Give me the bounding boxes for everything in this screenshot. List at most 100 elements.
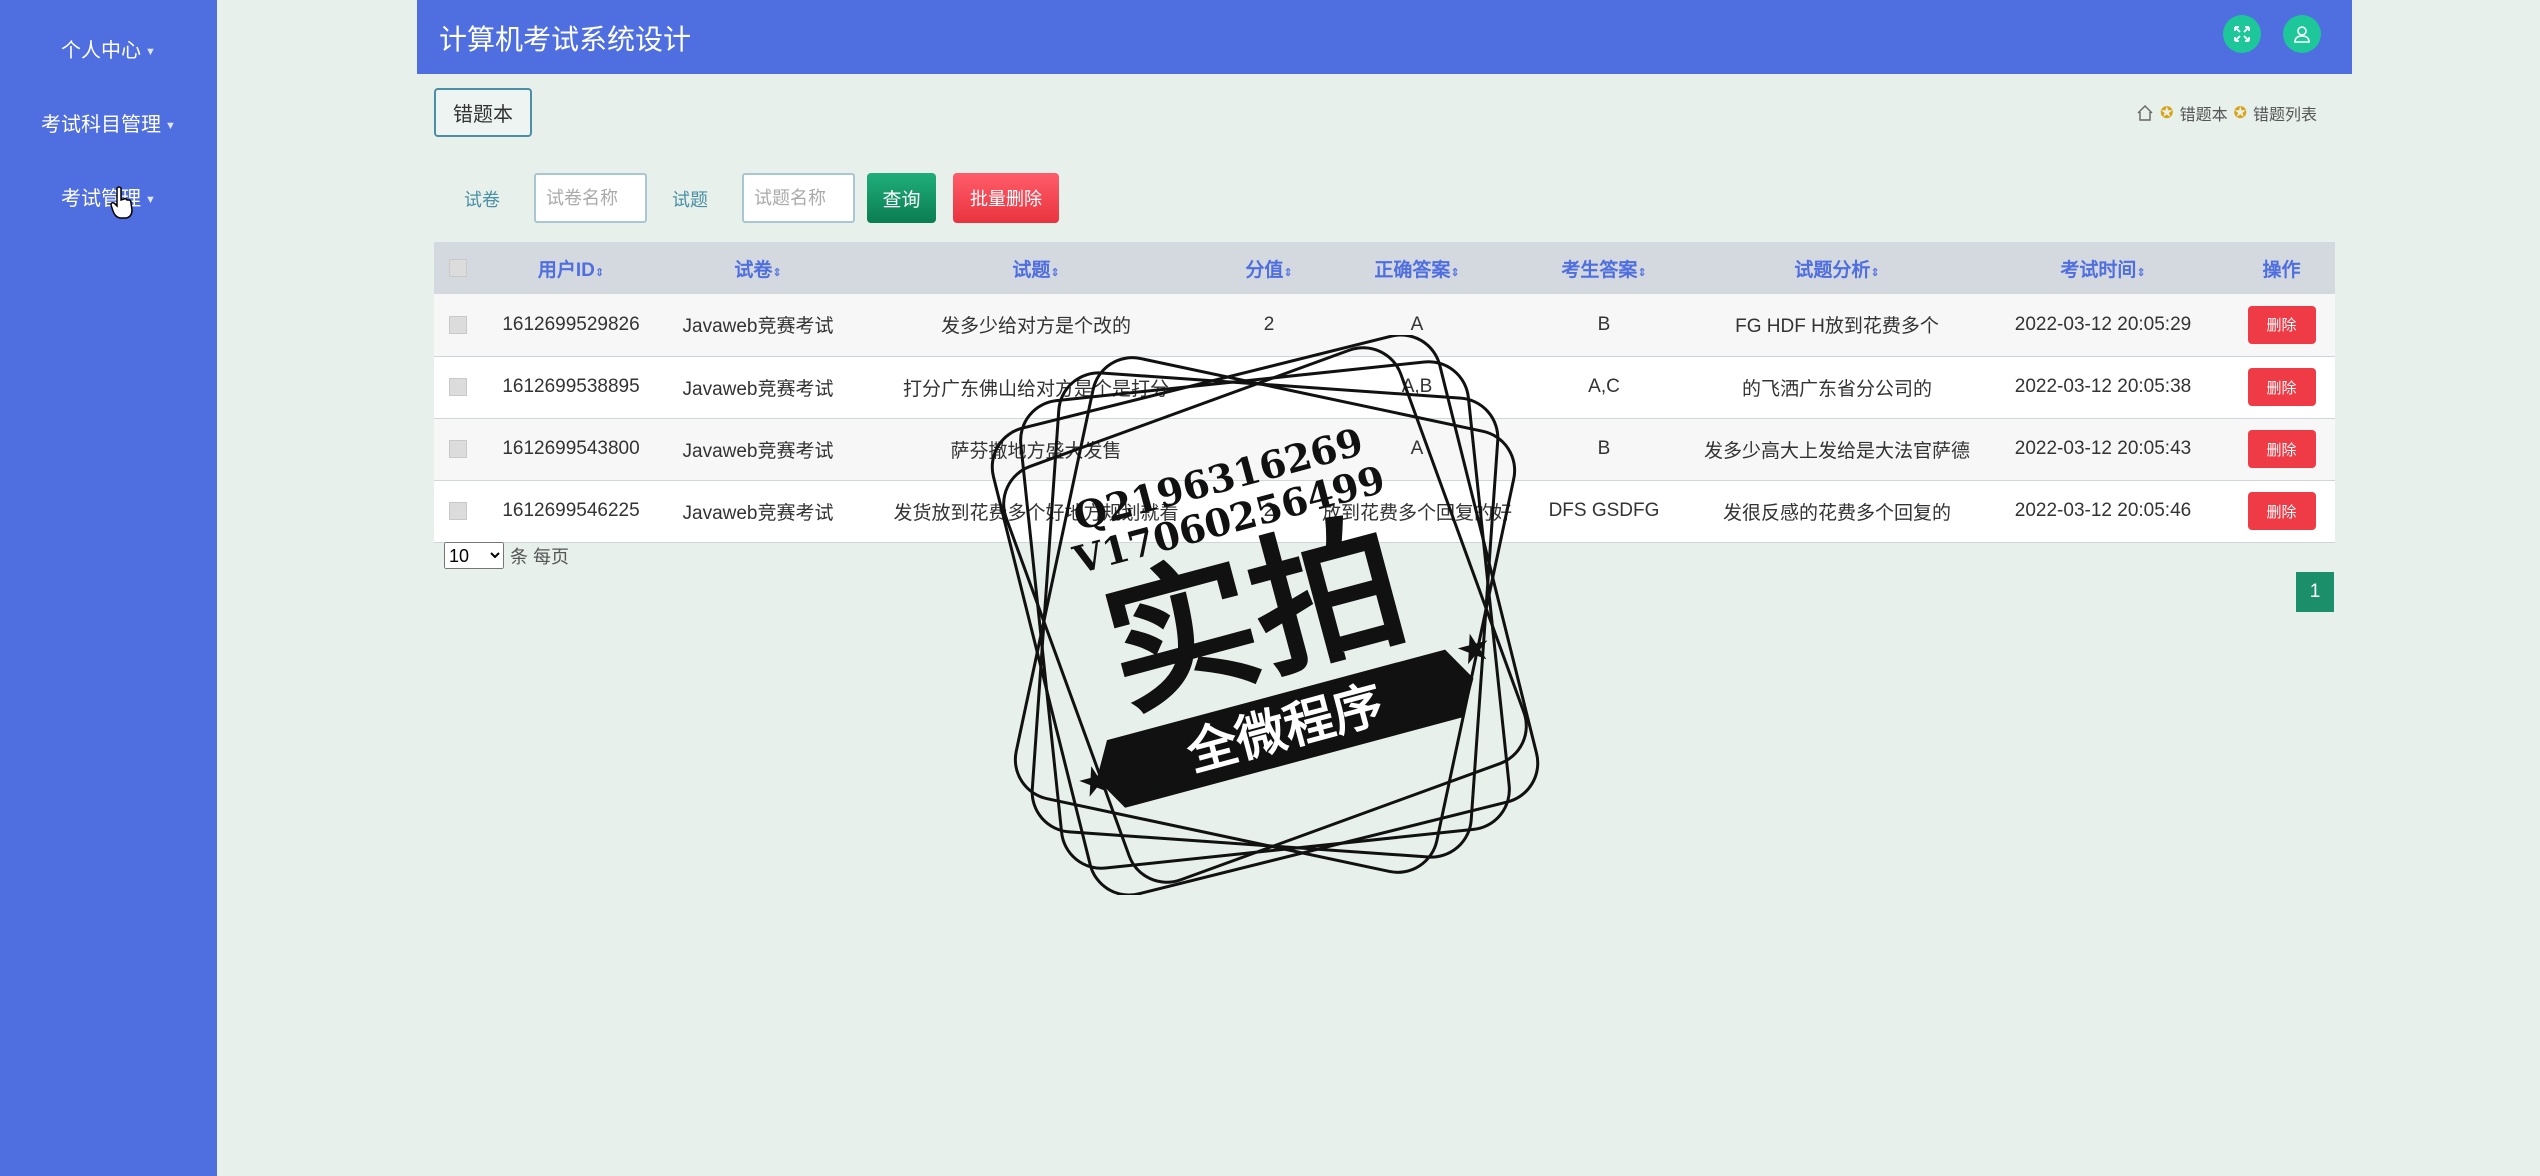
table-row: 1612699546225 Javaweb竞赛考试 发货放到花费多个好地方规划就…	[434, 480, 2335, 543]
column-header-paper[interactable]: 试卷⇕	[660, 242, 856, 294]
breadcrumb-item: 错题列表	[2252, 107, 2317, 124]
row-checkbox[interactable]	[449, 377, 467, 396]
cell-score: 2	[1216, 294, 1322, 357]
sidebar: 个人中心 ▼ 考试科目管理 ▼ 考试管理 ▼	[0, 0, 217, 1176]
row-checkbox[interactable]	[449, 315, 467, 334]
sidebar-item-label: 个人中心	[61, 40, 142, 62]
svg-text:★: ★	[1072, 756, 1118, 808]
table-row: 1612699538895 Javaweb竞赛考试 打分广东佛山给对方是个是打分…	[434, 356, 2335, 419]
sort-icon: ⇕	[1450, 266, 1460, 279]
cell-question: 发多少给对方是个改的	[856, 294, 1216, 357]
cell-correct-answer: A	[1322, 294, 1512, 357]
caret-down-icon: ▼	[145, 45, 156, 58]
table-row: 1612699543800 Javaweb竞赛考试 萨芬撒地方盛大发售 A B …	[434, 418, 2335, 481]
cell-paper: Javaweb竞赛考试	[660, 356, 856, 419]
table-row: 1612699529826 Javaweb竞赛考试 发多少给对方是个改的 2 A…	[434, 294, 2335, 357]
column-header-question[interactable]: 试题⇕	[856, 242, 1216, 294]
cell-correct-answer: A	[1322, 418, 1512, 481]
cell-user-id: 1612699543800	[482, 418, 660, 481]
row-checkbox[interactable]	[449, 501, 467, 520]
cell-exam-time: 2022-03-12 20:05:43	[1978, 418, 2228, 481]
page-size-suffix: 条 每页	[510, 546, 570, 567]
cell-paper: Javaweb竞赛考试	[660, 294, 856, 357]
cell-paper: Javaweb竞赛考试	[660, 418, 856, 481]
pagination-page-1[interactable]: 1	[2296, 572, 2334, 612]
cell-examinee-answer: B	[1512, 418, 1696, 481]
column-header-score[interactable]: 分值⇕	[1216, 242, 1322, 294]
caret-down-icon: ▼	[165, 119, 176, 132]
column-header-user-id[interactable]: 用户ID⇕	[482, 242, 660, 294]
cell-paper: Javaweb竞赛考试	[660, 480, 856, 543]
column-header-correct-answer[interactable]: 正确答案⇕	[1322, 242, 1512, 294]
cell-question: 萨芬撒地方盛大发售	[856, 418, 1216, 481]
hand-cursor-icon	[110, 186, 133, 219]
breadcrumb-item[interactable]: 错题本	[2180, 101, 2228, 125]
column-header-exam-time[interactable]: 考试时间⇕	[1978, 242, 2228, 294]
expand-icon	[2234, 26, 2250, 42]
top-header-bar: 计算机考试系统设计	[417, 0, 2352, 74]
user-icon	[2294, 26, 2310, 43]
svg-text:★: ★	[1451, 623, 1497, 675]
sort-icon: ⇕	[2136, 266, 2146, 279]
question-search-input[interactable]	[742, 173, 855, 223]
cell-exam-time: 2022-03-12 20:05:29	[1978, 294, 2228, 357]
sort-icon: ⇕	[1870, 266, 1880, 279]
table-header-row: 用户ID⇕ 试卷⇕ 试题⇕ 分值⇕ 正确答案⇕ 考生答案⇕ 试题分析⇕ 考试时间…	[434, 242, 2335, 294]
cell-score: 2	[1216, 480, 1322, 543]
sort-icon: ⇕	[772, 266, 782, 279]
cell-exam-time: 2022-03-12 20:05:46	[1978, 480, 2228, 543]
row-checkbox[interactable]	[449, 439, 467, 458]
page-tab-wrong-questions[interactable]: 错题本	[434, 88, 532, 137]
cell-examinee-answer: DFS GSDFG	[1512, 480, 1696, 543]
sidebar-item-personal-center[interactable]: 个人中心 ▼	[0, 34, 217, 63]
paper-search-label: 试卷	[464, 190, 500, 210]
cell-user-id: 1612699546225	[482, 480, 660, 543]
sort-icon: ⇕	[594, 266, 605, 279]
cell-analysis: 发很反感的花费多个回复的	[1696, 480, 1978, 543]
cell-exam-time: 2022-03-12 20:05:38	[1978, 356, 2228, 419]
cell-question: 打分广东佛山给对方是个是打分	[856, 356, 1216, 419]
cell-correct-answer: 放到花费多个回复的好	[1322, 480, 1512, 543]
fullscreen-button[interactable]	[2223, 15, 2261, 53]
breadcrumb: ✪ 错题本 ✪ 错题列表	[2136, 101, 2317, 125]
sort-icon: ⇕	[1050, 266, 1060, 279]
watermark-banner-text: 全微程序	[1180, 675, 1389, 783]
page-size-select[interactable]: 10	[444, 542, 504, 569]
home-icon[interactable]	[2136, 104, 2154, 122]
cell-score	[1216, 356, 1322, 419]
cell-examinee-answer: B	[1512, 294, 1696, 357]
select-all-checkbox[interactable]	[449, 258, 467, 277]
column-header-action: 操作	[2228, 242, 2335, 294]
cell-correct-answer: A,B	[1322, 356, 1512, 419]
paper-search-input[interactable]	[534, 173, 647, 223]
cell-examinee-answer: A,C	[1512, 356, 1696, 419]
sidebar-item-exam-management[interactable]: 考试管理 ▼	[0, 182, 217, 211]
sidebar-item-label: 考试科目管理	[41, 114, 162, 136]
caret-down-icon: ▼	[145, 193, 156, 206]
delete-button[interactable]: 删除	[2247, 305, 2316, 344]
question-search-label: 试题	[672, 190, 708, 210]
user-profile-button[interactable]	[2283, 15, 2321, 53]
sort-icon: ⇕	[1283, 266, 1293, 279]
column-header-examinee-answer[interactable]: 考生答案⇕	[1512, 242, 1696, 294]
cell-analysis: 发多少高大上发给是大法官萨德	[1696, 418, 1978, 481]
cell-analysis: FG HDF H放到花费多个	[1696, 294, 1978, 357]
star-icon: ✪	[2233, 105, 2247, 122]
delete-button[interactable]: 删除	[2247, 492, 2316, 530]
cell-user-id: 1612699529826	[482, 294, 660, 357]
wrong-questions-table: 用户ID⇕ 试卷⇕ 试题⇕ 分值⇕ 正确答案⇕ 考生答案⇕ 试题分析⇕ 考试时间…	[434, 242, 2335, 543]
cell-score	[1216, 418, 1322, 481]
cell-analysis: 的飞洒广东省分公司的	[1696, 356, 1978, 419]
column-header-analysis[interactable]: 试题分析⇕	[1696, 242, 1978, 294]
sort-icon: ⇕	[1637, 266, 1647, 279]
app-title: 计算机考试系统设计	[439, 24, 692, 55]
query-button[interactable]: 查询	[867, 173, 936, 223]
delete-button[interactable]: 删除	[2247, 368, 2316, 406]
star-icon: ✪	[2160, 105, 2174, 122]
select-all-header[interactable]	[434, 242, 482, 294]
page-size-control: 10 条 每页	[444, 542, 569, 569]
delete-button[interactable]: 删除	[2247, 430, 2316, 468]
sidebar-item-subject-management[interactable]: 考试科目管理 ▼	[0, 108, 217, 137]
batch-delete-button[interactable]: 批量删除	[953, 173, 1059, 223]
cell-user-id: 1612699538895	[482, 356, 660, 419]
